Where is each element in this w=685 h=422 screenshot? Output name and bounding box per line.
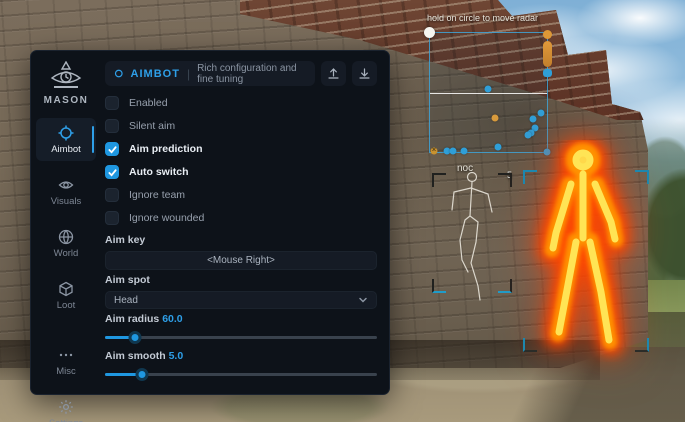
checkbox-enabled[interactable]: Enabled: [105, 96, 377, 110]
aim-key-button[interactable]: <Mouse Right>: [105, 251, 377, 270]
aim-smooth-label: Aim smooth 5.0: [105, 350, 377, 362]
checkbox-label: Auto switch: [129, 166, 189, 178]
checkbox-ignore-wounded[interactable]: Ignore wounded: [105, 211, 377, 225]
cheat-menu-panel: MASON Aimbot Visuals World Loot: [30, 50, 390, 395]
radar-orange-dot: [492, 115, 499, 122]
checkbox-label: Enabled: [129, 97, 168, 109]
globe-icon: [58, 229, 74, 245]
chevron-down-icon: [358, 295, 368, 305]
sidebar-item-misc[interactable]: Misc: [36, 340, 96, 383]
brand-name: MASON: [44, 95, 89, 106]
check-icon: [108, 145, 117, 154]
sidebar-item-loot[interactable]: Loot: [36, 274, 96, 317]
aim-smooth-slider[interactable]: [105, 367, 377, 381]
checkbox-box: [105, 142, 119, 156]
checkbox-box: [105, 96, 119, 110]
radar-blue-dot: [538, 110, 545, 117]
aim-radius-slider[interactable]: [105, 330, 377, 344]
slider-value: 60.0: [162, 313, 182, 325]
radar-tooltip: hold on circle to move radar: [427, 13, 538, 23]
checkbox-auto-switch[interactable]: Auto switch: [105, 165, 377, 179]
sidebar-item-label: Aimbot: [51, 144, 81, 155]
item-dot-teal: [543, 69, 552, 77]
checkbox-box: [105, 119, 119, 133]
slider-value: 5.0: [169, 350, 184, 362]
page-title: AIMBOT: [131, 68, 180, 80]
upload-icon: [327, 67, 340, 80]
import-config-button[interactable]: [321, 61, 346, 86]
cube-icon: [58, 281, 74, 297]
slider-label: Aim smooth: [105, 350, 166, 362]
skeleton-esp: [438, 168, 510, 303]
gear-icon: [58, 399, 74, 415]
aim-radius-label: Aim radius 60.0: [105, 313, 377, 325]
aim-spot-select[interactable]: Head: [105, 291, 377, 309]
checkbox-box: [105, 188, 119, 202]
item-esp-markers: [543, 30, 552, 77]
eye-icon: [58, 177, 74, 193]
aim-spot-label: Aim spot: [105, 274, 377, 286]
radar-drag-handle[interactable]: [424, 27, 435, 38]
sidebar-item-settings[interactable]: Settings: [36, 392, 96, 422]
main-content: AIMBOT | Rich configuration and fine tun…: [101, 51, 389, 394]
sidebar-item-label: Settings: [49, 418, 83, 422]
radar-blue-dot: [461, 148, 468, 155]
sidebar-item-label: Visuals: [51, 196, 81, 207]
checkbox-label: Silent aim: [129, 120, 175, 132]
radar-midline: [430, 93, 547, 94]
mason-logo-icon: [49, 61, 83, 91]
target-icon: [114, 67, 124, 80]
checkbox-silent-aim[interactable]: Silent aim: [105, 119, 377, 133]
brand: MASON: [44, 61, 89, 106]
checkbox-ignore-team[interactable]: Ignore team: [105, 188, 377, 202]
sidebar: MASON Aimbot Visuals World Loot: [31, 51, 101, 394]
radar-blue-dot: [525, 132, 532, 139]
radar-widget[interactable]: [429, 32, 548, 153]
checkbox-box: [105, 165, 119, 179]
item-dot-orange: [543, 30, 552, 39]
download-icon: [358, 67, 371, 80]
checkbox-box: [105, 211, 119, 225]
radar-blue-dot: [530, 116, 537, 123]
radar-orange-x-dot: [431, 148, 438, 155]
radar-blue-dot: [495, 144, 502, 151]
aim-spot-value: Head: [114, 295, 138, 306]
export-config-button[interactable]: [352, 61, 377, 86]
sidebar-item-world[interactable]: World: [36, 222, 96, 265]
radar-blue-dot: [450, 148, 457, 155]
header-separator: |: [187, 67, 190, 81]
sidebar-item-aimbot[interactable]: Aimbot: [36, 118, 96, 161]
sidebar-item-visuals[interactable]: Visuals: [36, 170, 96, 213]
checkbox-label: Ignore team: [129, 189, 185, 201]
slider-track: [105, 336, 377, 339]
slider-label: Aim radius: [105, 313, 159, 325]
sidebar-item-label: Misc: [56, 366, 76, 377]
page-subtitle: Rich configuration and fine tuning: [197, 63, 306, 85]
aim-key-label: Aim key: [105, 234, 377, 246]
header-pill: AIMBOT | Rich configuration and fine tun…: [105, 61, 315, 86]
dots-icon: [58, 347, 74, 363]
sidebar-item-label: World: [54, 248, 79, 259]
sidebar-item-label: Loot: [57, 300, 76, 311]
slider-thumb[interactable]: [128, 331, 141, 344]
enemy-esp-box: [523, 170, 649, 352]
item-bar-orange: [543, 41, 552, 67]
check-icon: [108, 168, 117, 177]
radar-blue-dot: [485, 86, 492, 93]
crosshair-icon: [58, 125, 74, 141]
checkbox-label: Ignore wounded: [129, 212, 204, 224]
header-row: AIMBOT | Rich configuration and fine tun…: [105, 61, 377, 86]
checkbox-label: Aim prediction: [129, 143, 203, 155]
slider-thumb[interactable]: [135, 368, 148, 381]
checkbox-aim-prediction[interactable]: Aim prediction: [105, 142, 377, 156]
